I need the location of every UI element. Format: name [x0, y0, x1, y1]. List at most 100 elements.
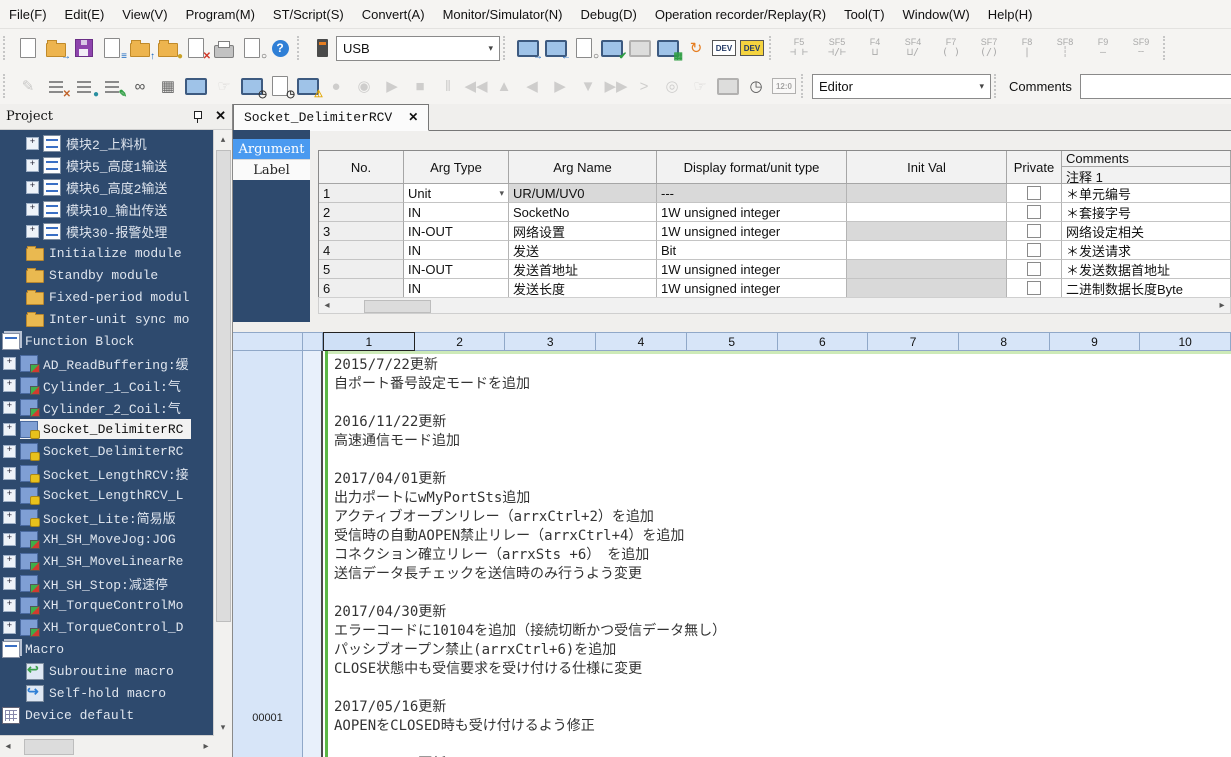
cell-no[interactable]: 5: [319, 260, 404, 279]
skip-first-icon[interactable]: ◀◀: [463, 73, 489, 99]
edit-script-icon[interactable]: ✎: [15, 73, 41, 99]
cell-comment[interactable]: ＊套接字号: [1062, 203, 1231, 222]
toolbar-grip[interactable]: [769, 36, 775, 60]
side-tab-argument[interactable]: Argument: [233, 139, 310, 159]
expand-icon[interactable]: +: [3, 555, 16, 568]
tree-hscroll-thumb[interactable]: [24, 739, 74, 755]
cell-arg-type[interactable]: IN-OUT: [404, 222, 509, 241]
expand-icon[interactable]: +: [26, 181, 39, 194]
tree-item[interactable]: Initialize module: [0, 242, 214, 264]
tree-item[interactable]: Inter-unit sync mo: [0, 308, 214, 330]
expand-icon[interactable]: +: [26, 203, 39, 216]
expand-icon[interactable]: +: [26, 159, 39, 172]
tree-item[interactable]: Fixed-period modul: [0, 286, 214, 308]
watch-window-icon[interactable]: ◷: [239, 73, 265, 99]
window-split-icon[interactable]: ▦: [155, 73, 181, 99]
tree-item[interactable]: +XH_SH_Stop:减速停: [0, 572, 214, 594]
cell-display-format[interactable]: 1W unsigned integer: [657, 260, 847, 279]
transfer-target-combo[interactable]: USB ▾: [336, 36, 500, 61]
trace-icon[interactable]: ◷: [267, 73, 293, 99]
pause-hand-icon[interactable]: ☞: [687, 73, 713, 99]
instruction-f4-button[interactable]: F4⊔: [856, 33, 894, 63]
new-file-icon[interactable]: [15, 35, 41, 61]
continue-icon[interactable]: >: [631, 73, 657, 99]
tree-item[interactable]: +XH_SH_MoveLinearRe: [0, 550, 214, 572]
replay-pause-icon[interactable]: ‖: [435, 73, 461, 99]
expand-icon[interactable]: +: [3, 423, 16, 436]
usb-device-icon[interactable]: [309, 35, 335, 61]
replay-monitor-icon[interactable]: [715, 73, 741, 99]
next-scan-icon[interactable]: ▼: [575, 73, 601, 99]
toolbar-grip[interactable]: [994, 74, 1000, 98]
scroll-left-icon[interactable]: ◂: [0, 736, 16, 757]
cell-arg-name[interactable]: 发送长度: [509, 279, 657, 298]
error-monitor-icon[interactable]: ⚠: [295, 73, 321, 99]
tree-item[interactable]: +XH_SH_MoveJog:JOG: [0, 528, 214, 550]
ladder-column-4[interactable]: 4: [596, 332, 687, 351]
menu-operation-recorder-replay-r-[interactable]: Operation recorder/Replay(R): [646, 7, 835, 22]
menu-edit-e-[interactable]: Edit(E): [56, 7, 114, 22]
unit-monitor-icon[interactable]: ▦: [655, 35, 681, 61]
unit-comment-list-icon[interactable]: ✕: [43, 73, 69, 99]
toolbar-grip[interactable]: [1163, 36, 1169, 60]
step-forward-icon[interactable]: ▶: [547, 73, 573, 99]
side-tab-label[interactable]: Label: [233, 159, 310, 180]
record-marker-icon[interactable]: ◉: [351, 73, 377, 99]
private-checkbox[interactable]: [1027, 281, 1041, 295]
ladder-column-10[interactable]: 10: [1140, 332, 1231, 351]
menu-debug-d-[interactable]: Debug(D): [571, 7, 645, 22]
expand-icon[interactable]: +: [3, 511, 16, 524]
import-project-icon[interactable]: ↑: [127, 35, 153, 61]
cell-no[interactable]: 6: [319, 279, 404, 298]
expand-icon[interactable]: +: [3, 533, 16, 546]
script-comment-text[interactable]: 2015/7/22更新自ポート番号設定モードを追加 2016/11/22更新高速…: [334, 356, 1229, 757]
skip-last-icon[interactable]: ▶▶: [603, 73, 629, 99]
project-lock-icon[interactable]: ●: [155, 35, 181, 61]
tree-item[interactable]: Function Block: [0, 330, 214, 352]
tree-item[interactable]: Subroutine macro: [0, 660, 214, 682]
tree-item[interactable]: Device default: [0, 704, 214, 726]
cell-comment[interactable]: 二进制数据长度Byte: [1062, 279, 1231, 298]
tree-item[interactable]: +模块10_输出传送: [0, 198, 214, 220]
cell-no[interactable]: 4: [319, 241, 404, 260]
cell-init-val[interactable]: [847, 241, 1007, 260]
prev-scan-icon[interactable]: ▲: [491, 73, 517, 99]
tree-item[interactable]: +Socket_LengthRCV_L: [0, 484, 214, 506]
expand-icon[interactable]: +: [3, 357, 16, 370]
expand-icon[interactable]: +: [3, 577, 16, 590]
instruction-f5-button[interactable]: F5⊣ ⊢: [780, 33, 818, 63]
save-project-icon[interactable]: [71, 35, 97, 61]
instruction-sf9-button[interactable]: SF9┄: [1122, 33, 1160, 63]
ladder-column-9[interactable]: 9: [1050, 332, 1141, 351]
ladder-column-8[interactable]: 8: [959, 332, 1050, 351]
editor-mode-combo[interactable]: Editor ▾: [812, 74, 991, 99]
tree-item[interactable]: +XH_TorqueControl_D: [0, 616, 214, 638]
toolbar-grip[interactable]: [801, 74, 807, 98]
cell-arg-name[interactable]: UR/UM/UV0: [509, 184, 657, 203]
replay-stop-icon[interactable]: ■: [407, 73, 433, 99]
chevron-down-icon[interactable]: ▾: [499, 188, 504, 199]
tree-horizontal-scrollbar[interactable]: ◂ ▸: [0, 735, 214, 757]
cell-arg-name[interactable]: 发送首地址: [509, 260, 657, 279]
cell-no[interactable]: 1: [319, 184, 404, 203]
expand-icon[interactable]: +: [3, 621, 16, 634]
toolbar-grip[interactable]: [3, 36, 9, 60]
send-to-plc-icon[interactable]: →: [515, 35, 541, 61]
expand-icon[interactable]: +: [3, 379, 16, 392]
edit-list-icon[interactable]: ✎: [99, 73, 125, 99]
print-preview-icon[interactable]: ○: [239, 35, 265, 61]
private-checkbox[interactable]: [1027, 224, 1041, 238]
print-icon[interactable]: [211, 35, 237, 61]
tree-item[interactable]: Self-hold macro: [0, 682, 214, 704]
cell-display-format[interactable]: Bit: [657, 241, 847, 260]
tree-item[interactable]: +Socket_LengthRCV:接: [0, 462, 214, 484]
tree-item[interactable]: +模块5_高度1输送: [0, 154, 214, 176]
ladder-column-2[interactable]: 2: [415, 332, 506, 351]
tree-item[interactable]: +XH_TorqueControlMo: [0, 594, 214, 616]
ladder-row-gutter[interactable]: 00001: [233, 351, 303, 757]
tree-item[interactable]: +Socket_Lite:简易版: [0, 506, 214, 528]
ladder-column-6[interactable]: 6: [778, 332, 869, 351]
read-from-plc-icon[interactable]: ←: [543, 35, 569, 61]
tree-item[interactable]: +Socket_DelimiterRC: [0, 418, 214, 440]
cell-display-format[interactable]: ---: [657, 184, 847, 203]
